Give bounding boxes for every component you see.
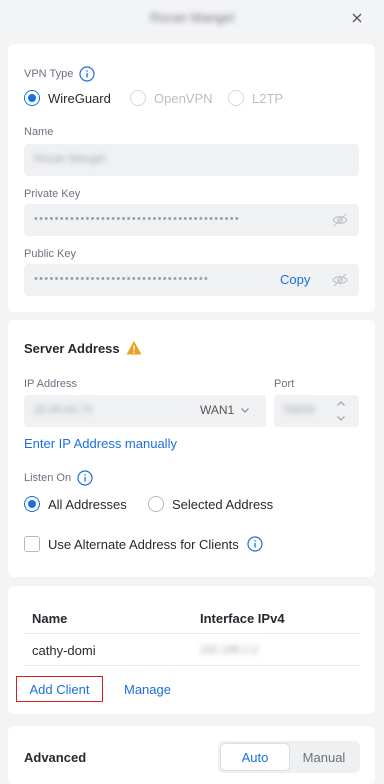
mode-manual-button[interactable]: Manual	[290, 743, 358, 771]
radio-dot	[24, 90, 40, 106]
wan-select[interactable]: WAN1	[200, 403, 250, 417]
public-key-mask: ••••••••••••••••••••••••••••••••••	[34, 273, 210, 285]
eye-hidden-icon[interactable]	[332, 212, 348, 228]
ip-address-value: 32.64.64.73	[34, 404, 93, 416]
radio-dot	[24, 496, 40, 512]
manage-link[interactable]: Manage	[124, 682, 171, 697]
client-ipv4: 192.168.2.2	[200, 644, 259, 656]
radio-l2tp[interactable]: L2TP	[228, 90, 283, 106]
radio-dot	[228, 90, 244, 106]
stepper-up-icon[interactable]	[336, 399, 346, 409]
port-field[interactable]: 53626	[274, 395, 359, 427]
clients-table: Name Interface IPv4 cathy-domi 192.168.2…	[24, 600, 359, 666]
copy-button[interactable]: Copy	[280, 272, 310, 287]
clients-card: Name Interface IPv4 cathy-domi 192.168.2…	[8, 586, 375, 714]
public-key-label: Public Key	[24, 248, 76, 260]
warning-icon	[126, 341, 142, 355]
close-icon[interactable]	[350, 11, 364, 25]
name-label: Name	[24, 126, 54, 138]
alt-address-label: Use Alternate Address for Clients	[48, 536, 239, 552]
server-address-title: Server Address	[24, 340, 120, 356]
ip-address-label: IP Address	[24, 378, 77, 390]
chevron-down-icon	[241, 408, 250, 413]
dialog-header: Rocan Mangel	[0, 0, 384, 38]
private-key-label: Private Key	[24, 188, 81, 200]
add-client-button[interactable]: Add Client	[16, 676, 103, 702]
dialog-title: Rocan Mangel	[150, 10, 234, 25]
server-address-heading: Server Address	[24, 340, 142, 356]
listen-on-label: Listen On	[24, 470, 93, 486]
mode-toggle: Auto Manual	[218, 741, 360, 773]
table-header: Name Interface IPv4	[24, 600, 359, 634]
column-header-ipv4: Interface IPv4	[200, 611, 285, 626]
client-name: cathy-domi	[32, 643, 96, 658]
advanced-card: Advanced Auto Manual	[8, 726, 375, 784]
checkbox[interactable]	[24, 536, 40, 552]
info-icon[interactable]	[247, 536, 263, 552]
name-value: Rocan Mangel	[34, 153, 105, 165]
ip-address-field[interactable]: 32.64.64.73 WAN1	[24, 395, 266, 427]
vpn-settings-card: VPN Type WireGuard OpenVPN L2TP Name Roc…	[8, 44, 375, 312]
radio-openvpn[interactable]: OpenVPN	[130, 90, 213, 106]
info-icon[interactable]	[79, 66, 95, 82]
info-icon[interactable]	[77, 470, 93, 486]
radio-dot	[148, 496, 164, 512]
public-key-field[interactable]: •••••••••••••••••••••••••••••••••• Copy	[24, 264, 359, 296]
enter-ip-manually-link[interactable]: Enter IP Address manually	[24, 436, 177, 451]
table-row[interactable]: cathy-domi 192.168.2.2	[24, 634, 359, 666]
radio-selected-address[interactable]: Selected Address	[148, 496, 273, 512]
port-value: 53626	[284, 404, 315, 416]
radio-dot	[130, 90, 146, 106]
private-key-field[interactable]: ••••••••••••••••••••••••••••••••••••••••	[24, 204, 359, 236]
vpn-type-label: VPN Type	[24, 66, 95, 82]
advanced-title: Advanced	[24, 750, 87, 765]
eye-hidden-icon[interactable]	[332, 272, 348, 288]
private-key-mask: ••••••••••••••••••••••••••••••••••••••••	[34, 213, 241, 225]
wan-value: WAN1	[200, 403, 235, 417]
name-field[interactable]: Rocan Mangel	[24, 144, 359, 176]
mode-auto-button[interactable]: Auto	[220, 743, 290, 771]
server-address-card: Server Address IP Address Port 32.64.64.…	[8, 320, 375, 577]
radio-all-addresses[interactable]: All Addresses	[24, 496, 127, 512]
stepper-down-icon[interactable]	[336, 413, 346, 423]
alt-address-checkbox[interactable]: Use Alternate Address for Clients	[24, 536, 263, 552]
radio-wireguard[interactable]: WireGuard	[24, 90, 111, 106]
column-header-name: Name	[32, 611, 68, 626]
port-label: Port	[274, 378, 295, 390]
